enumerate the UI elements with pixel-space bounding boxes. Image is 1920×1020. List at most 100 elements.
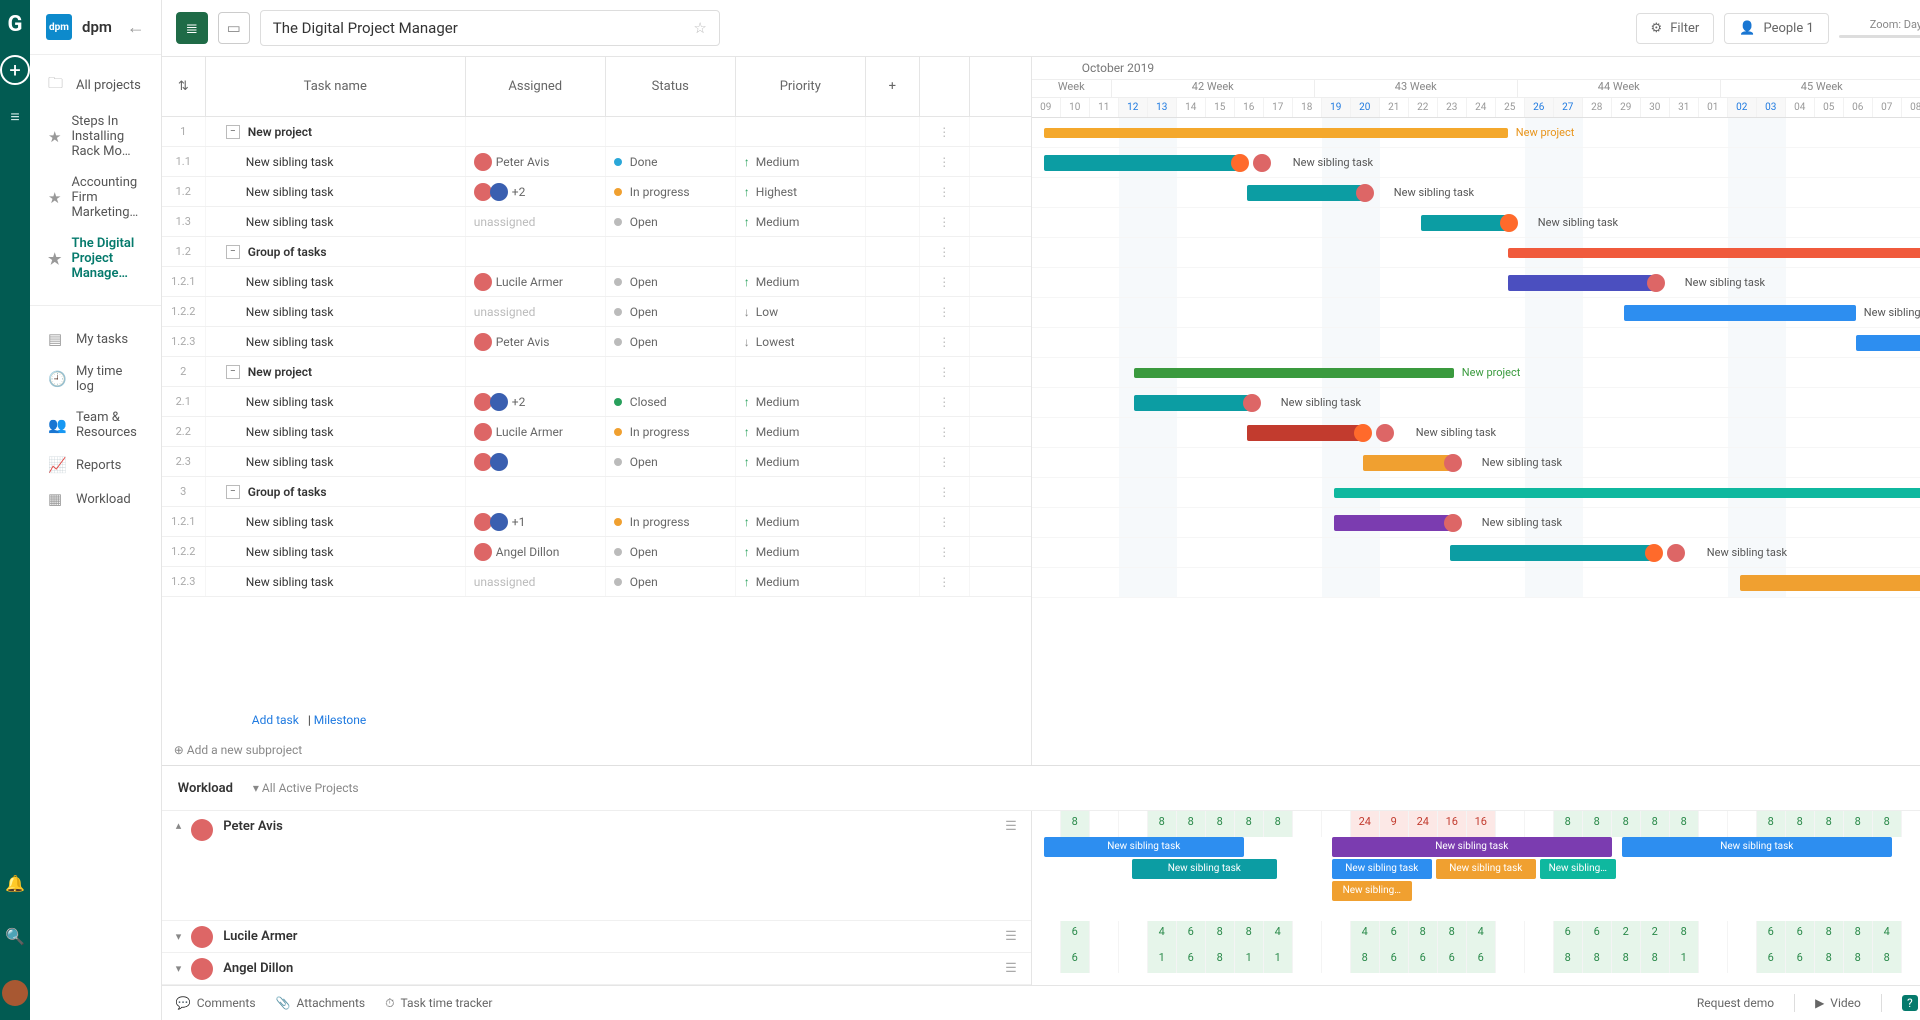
gantt-chart[interactable]: October 2019 Week42 Week43 Week44 Week45…	[1032, 57, 1920, 765]
workload-cell[interactable]	[1699, 947, 1728, 973]
task-row[interactable]: 1.2.3New sibling taskunassignedOpen↑Medi…	[162, 567, 1031, 597]
workload-cell[interactable]: 8	[1844, 811, 1873, 837]
row-menu-icon[interactable]: ⋮	[920, 537, 970, 566]
project-title-input[interactable]: The Digital Project Manager ☆	[260, 10, 720, 46]
collapse-icon[interactable]: −	[226, 485, 240, 499]
workload-cell[interactable]: 8	[1061, 811, 1090, 837]
workload-cell[interactable]	[1119, 811, 1148, 837]
row-menu-icon[interactable]: ⋮	[920, 237, 970, 266]
workload-cell[interactable]: 6	[1380, 921, 1409, 947]
task-row[interactable]: 2.2New sibling taskLucile ArmerIn progre…	[162, 417, 1031, 447]
workload-cell[interactable]: 8	[1612, 947, 1641, 973]
assignee-avatar[interactable]	[1667, 544, 1685, 562]
workload-cell[interactable]	[1728, 947, 1757, 973]
workload-cell[interactable]: 8	[1873, 811, 1902, 837]
workload-cell[interactable]	[1032, 947, 1061, 973]
workload-cell[interactable]: 8	[1235, 921, 1264, 947]
task-row[interactable]: 1−New project⋮	[162, 117, 1031, 147]
workload-cell[interactable]	[1322, 921, 1351, 947]
row-menu-icon[interactable]: ⋮	[920, 507, 970, 536]
workload-cell[interactable]	[1032, 811, 1061, 837]
menu-icon[interactable]: ≡	[10, 107, 19, 127]
gantt-bar[interactable]	[1334, 488, 1920, 498]
task-row[interactable]: 1.2.2New sibling taskunassignedOpen↓Low⋮	[162, 297, 1031, 327]
workload-cell[interactable]: 6	[1583, 921, 1612, 947]
workload-cell[interactable]: 1	[1670, 947, 1699, 973]
workload-bar[interactable]: New sibling task	[1622, 837, 1892, 857]
task-row[interactable]: 2−New project⋮	[162, 357, 1031, 387]
workload-cell[interactable]: 6	[1786, 947, 1815, 973]
workload-cell[interactable]	[1525, 921, 1554, 947]
add-milestone-link[interactable]: Milestone	[314, 713, 367, 727]
assignee-avatar[interactable]	[1444, 514, 1462, 532]
assignee-avatar[interactable]	[1647, 274, 1665, 292]
workload-cell[interactable]: 2	[1641, 921, 1670, 947]
row-menu-icon[interactable]: ⋮	[920, 117, 970, 146]
col-taskname[interactable]: Task name	[206, 57, 466, 116]
workload-cell[interactable]	[1090, 921, 1119, 947]
workload-cell[interactable]: 8	[1148, 811, 1177, 837]
workload-cell[interactable]: 1	[1264, 947, 1293, 973]
task-row[interactable]: 1.2.3New sibling taskPeter AvisOpen↓Lowe…	[162, 327, 1031, 357]
workload-cell[interactable]: 8	[1670, 921, 1699, 947]
gantt-bar[interactable]	[1421, 215, 1508, 231]
row-menu-icon[interactable]: ⋮	[920, 357, 970, 386]
workload-cell[interactable]: 8	[1641, 947, 1670, 973]
gantt-bar[interactable]	[1134, 395, 1249, 411]
workload-cell[interactable]	[1496, 921, 1525, 947]
task-row[interactable]: 1.2.1New sibling taskLucile ArmerOpen↑Me…	[162, 267, 1031, 297]
workload-cell[interactable]: 8	[1815, 811, 1844, 837]
workload-cell[interactable]: 8	[1409, 921, 1438, 947]
calendar-icon[interactable]: ☰	[1005, 961, 1017, 976]
gantt-bar[interactable]	[1134, 368, 1454, 378]
workload-cell[interactable]: 8	[1815, 947, 1844, 973]
workload-cell[interactable]: 8	[1351, 947, 1380, 973]
workload-cell[interactable]: 8	[1815, 921, 1844, 947]
workload-cell[interactable]: 6	[1409, 947, 1438, 973]
calendar-icon[interactable]: ☰	[1005, 819, 1017, 834]
workload-cell[interactable]	[1293, 921, 1322, 947]
nav-mytasks[interactable]: ▤My tasks	[30, 322, 161, 356]
workload-cell[interactable]: 6	[1757, 921, 1786, 947]
workload-cell[interactable]: 8	[1786, 811, 1815, 837]
workload-cell[interactable]	[1090, 811, 1119, 837]
assignee-avatar[interactable]	[1253, 154, 1271, 172]
gantt-bar[interactable]	[1508, 275, 1653, 291]
workload-cell[interactable]	[1902, 947, 1920, 973]
row-menu-icon[interactable]: ⋮	[920, 327, 970, 356]
workload-cell[interactable]	[1293, 947, 1322, 973]
app-logo-icon[interactable]: G	[8, 12, 23, 37]
workload-cell[interactable]: 6	[1786, 921, 1815, 947]
workload-bar[interactable]: New sibling…	[1332, 881, 1412, 901]
row-menu-icon[interactable]: ⋮	[920, 387, 970, 416]
workload-bar[interactable]: New sibling task	[1332, 859, 1432, 879]
demo-link[interactable]: Request demo	[1697, 996, 1774, 1010]
workload-person-row[interactable]: ▴Peter Avis☰	[162, 811, 1031, 921]
workload-cell[interactable]: 6	[1061, 921, 1090, 947]
workload-cell[interactable]: 8	[1641, 811, 1670, 837]
gantt-bar[interactable]	[1624, 305, 1856, 321]
task-row[interactable]: 1.2−Group of tasks⋮	[162, 237, 1031, 267]
workload-cell[interactable]: 6	[1177, 921, 1206, 947]
workload-cell[interactable]: 8	[1264, 811, 1293, 837]
workload-cell[interactable]: 6	[1380, 947, 1409, 973]
nav-timelog[interactable]: 🕘My time log	[30, 356, 161, 402]
workload-cell[interactable]: 8	[1206, 947, 1235, 973]
task-row[interactable]: 1.3New sibling taskunassignedOpen↑Medium…	[162, 207, 1031, 237]
workload-cell[interactable]: 8	[1873, 947, 1902, 973]
workload-filter[interactable]: ▾ All Active Projects	[253, 781, 359, 795]
workload-cell[interactable]	[1525, 811, 1554, 837]
workload-cell[interactable]: 8	[1554, 811, 1583, 837]
filter-button[interactable]: ⚙Filter	[1636, 13, 1715, 44]
workload-bar[interactable]: New sibling…	[1540, 859, 1616, 879]
workload-cell[interactable]: 4	[1148, 921, 1177, 947]
people-button[interactable]: 👤People 1	[1724, 13, 1829, 44]
gantt-bar[interactable]	[1363, 455, 1450, 471]
workload-cell[interactable]	[1032, 921, 1061, 947]
workload-cell[interactable]: 8	[1583, 947, 1612, 973]
assignee-avatar[interactable]	[1376, 424, 1394, 442]
workload-cell[interactable]	[1119, 921, 1148, 947]
workload-cell[interactable]: 16	[1438, 811, 1467, 837]
assignee-avatar[interactable]	[1356, 184, 1374, 202]
workload-person-row[interactable]: ▾Lucile Armer☰	[162, 921, 1031, 953]
